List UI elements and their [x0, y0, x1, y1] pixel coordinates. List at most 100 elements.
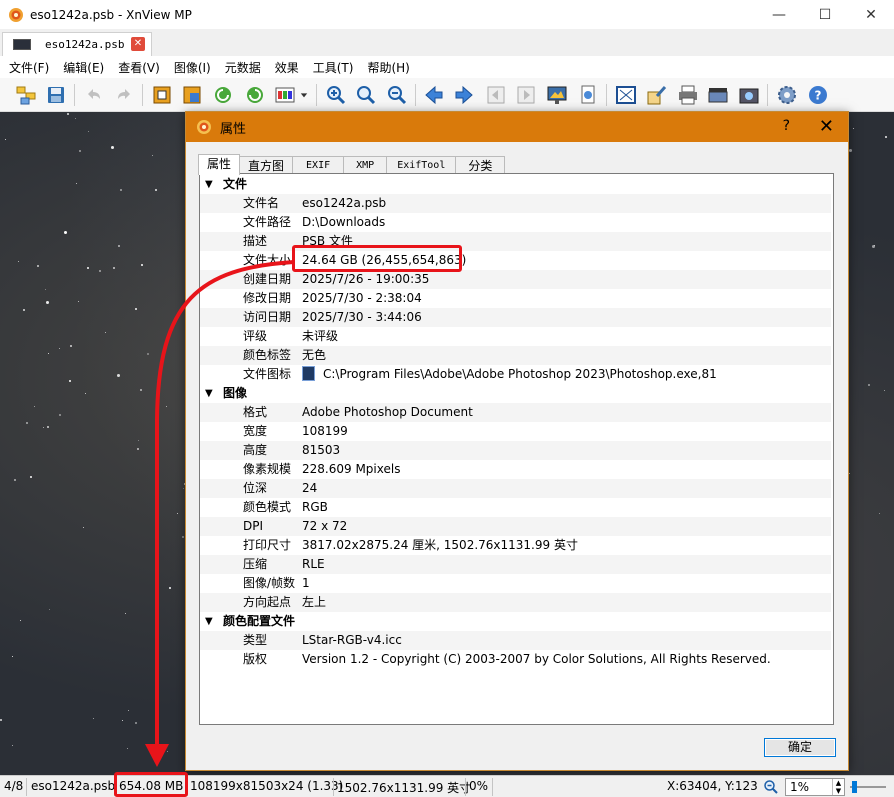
property-key: 文件名 — [243, 196, 280, 210]
property-row[interactable]: 打印尺寸 3817.02x2875.24 厘米, 1502.76x1131.99 … — [200, 536, 831, 555]
menu-image[interactable]: 图像(I) — [167, 59, 218, 76]
dialog-title-bar[interactable]: 属性 ? ✕ — [186, 112, 848, 142]
star-point — [118, 245, 120, 247]
crop-icon[interactable] — [150, 83, 174, 107]
property-key: 位深 — [243, 481, 268, 495]
property-row[interactable]: 版权 Version 1.2 - Copyright (C) 2003-2007 … — [200, 650, 831, 669]
star-point — [47, 426, 49, 428]
property-row[interactable]: 类型 LStar-RGB-v4.icc — [200, 631, 831, 650]
property-row[interactable]: 修改日期 2025/7/30 - 2:38:04 — [200, 289, 831, 308]
window-title-bar: eso1242a.psb - XnView MP — ☐ ✕ — [0, 0, 894, 30]
section-header[interactable]: ▼ 文件 — [200, 175, 831, 194]
zoom-level-value: 1% — [790, 780, 810, 794]
property-row[interactable]: 访问日期 2025/7/30 - 3:44:06 — [200, 308, 831, 327]
property-key: 高度 — [243, 443, 268, 457]
property-row[interactable]: 压缩 RLE — [200, 555, 831, 574]
scanner-icon[interactable] — [706, 83, 730, 107]
capture-icon[interactable] — [737, 83, 761, 107]
property-value-text: C:\Program Files\Adobe\Adobe Photoshop 2… — [323, 367, 717, 381]
previous-arrow-icon[interactable] — [422, 83, 446, 107]
zoom-out-icon[interactable] — [385, 83, 409, 107]
property-row[interactable]: 方向起点 左上 — [200, 593, 831, 612]
property-row[interactable]: 图像/帧数 1 — [200, 574, 831, 593]
property-row[interactable]: 文件路径 D:\Downloads — [200, 213, 831, 232]
property-row[interactable]: 高度 81503 — [200, 441, 831, 460]
next-arrow-icon[interactable] — [452, 83, 476, 107]
star-point — [167, 751, 168, 752]
property-row[interactable]: 位深 24 — [200, 479, 831, 498]
resize-icon[interactable] — [180, 83, 204, 107]
zoom-spinner-icon[interactable]: ▲ ▼ — [832, 779, 844, 795]
menu-help[interactable]: 帮助(H) — [360, 59, 416, 76]
last-page-icon[interactable] — [514, 83, 538, 107]
first-page-icon[interactable] — [484, 83, 508, 107]
tab-properties[interactable]: 属性 — [198, 154, 241, 175]
adjust-dropdown-icon[interactable] — [297, 83, 311, 107]
collapse-chevron-icon[interactable]: ▼ — [205, 612, 213, 631]
print-icon[interactable] — [676, 83, 700, 107]
property-value: RGB — [302, 500, 328, 514]
property-row[interactable]: 文件名 eso1242a.psb — [200, 194, 831, 213]
property-row[interactable]: 颜色模式 RGB — [200, 498, 831, 517]
image-thumbnail-icon — [13, 39, 31, 50]
undo-icon[interactable] — [82, 83, 106, 107]
star-point — [14, 479, 16, 481]
edit-brush-icon[interactable] — [644, 83, 668, 107]
property-row[interactable]: 创建日期 2025/7/26 - 19:00:35 — [200, 270, 831, 289]
menu-view[interactable]: 查看(V) — [111, 59, 167, 76]
section-header[interactable]: ▼ 图像 — [200, 384, 831, 403]
slideshow-icon[interactable] — [545, 83, 569, 107]
property-key: 打印尺寸 — [243, 538, 292, 552]
menu-effects[interactable]: 效果 — [268, 59, 306, 76]
section-header[interactable]: ▼ 颜色配置文件 — [200, 612, 831, 631]
dialog-close-button[interactable]: ✕ — [819, 116, 834, 137]
star-point — [45, 289, 46, 290]
star-point — [12, 656, 13, 657]
settings-gear-icon[interactable] — [775, 83, 799, 107]
window-close-button[interactable]: ✕ — [848, 0, 894, 30]
adjust-colors-icon[interactable] — [273, 83, 297, 107]
help-icon[interactable]: ? — [806, 83, 830, 107]
star-point — [59, 348, 60, 349]
property-row[interactable]: 格式 Adobe Photoshop Document — [200, 403, 831, 422]
property-row[interactable]: 像素规模 228.609 Mpixels — [200, 460, 831, 479]
property-key: 文件大小 — [243, 253, 292, 267]
property-row[interactable]: DPI 72 x 72 — [200, 517, 831, 536]
property-key: 修改日期 — [243, 291, 292, 305]
dialog-help-button[interactable]: ? — [783, 118, 790, 134]
ok-button[interactable]: 确定 — [764, 738, 836, 757]
property-row[interactable]: 颜色标签 无色 — [200, 346, 831, 365]
property-key: 文件路径 — [243, 215, 292, 229]
document-tab[interactable]: eso1242a.psb ✕ — [2, 32, 152, 56]
collapse-chevron-icon[interactable]: ▼ — [205, 175, 213, 194]
save-icon[interactable] — [44, 83, 68, 107]
rotate-left-icon[interactable] — [211, 83, 235, 107]
browser-icon[interactable] — [14, 83, 38, 107]
rotate-right-icon[interactable] — [243, 83, 267, 107]
menu-tools[interactable]: 工具(T) — [306, 59, 361, 76]
property-row[interactable]: 宽度 108199 — [200, 422, 831, 441]
minimize-button[interactable]: — — [756, 0, 802, 30]
property-key: 压缩 — [243, 557, 268, 571]
property-row[interactable]: 评级 未评级 — [200, 327, 831, 346]
zoom-out-icon[interactable] — [763, 779, 779, 795]
zoom-level-input[interactable]: 1% ▲ ▼ — [785, 778, 845, 796]
menu-edit[interactable]: 编辑(E) — [56, 59, 111, 76]
tab-close-icon[interactable]: ✕ — [131, 37, 145, 51]
menu-metadata[interactable]: 元数据 — [218, 59, 268, 76]
property-row[interactable]: 文件图标 C:\Program Files\Adobe\Adobe Photosh… — [200, 365, 831, 384]
menu-file[interactable]: 文件(F) — [2, 59, 56, 76]
fit-window-icon[interactable] — [614, 83, 638, 107]
status-print-size: 1502.76x1131.99 英寸 — [337, 781, 472, 795]
collapse-chevron-icon[interactable]: ▼ — [205, 384, 213, 403]
file-size-highlight-box — [292, 245, 462, 272]
maximize-button[interactable]: ☐ — [802, 0, 848, 30]
redo-icon[interactable] — [112, 83, 136, 107]
zoom-slider[interactable] — [848, 779, 888, 795]
properties-icon[interactable] — [576, 83, 600, 107]
section-label: 颜色配置文件 — [223, 614, 296, 628]
zoom-in-icon[interactable] — [324, 83, 348, 107]
photoshop-file-icon — [302, 366, 315, 381]
star-point — [135, 308, 137, 310]
zoom-actual-icon[interactable] — [354, 83, 378, 107]
